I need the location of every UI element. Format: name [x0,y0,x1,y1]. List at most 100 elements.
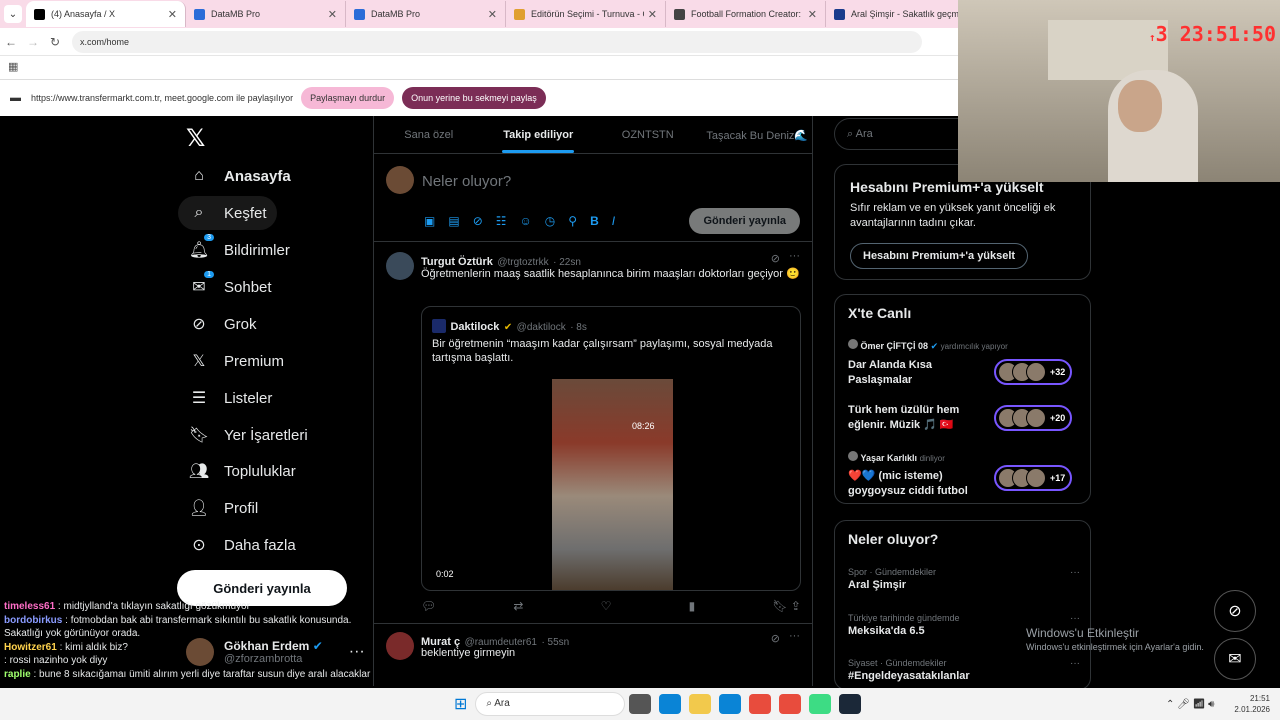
nav-label: Yer İşaretleri [224,426,308,444]
poll-icon[interactable]: ☷ [496,214,507,228]
x-logo-icon[interactable]: 𝕏 [186,124,205,153]
live-space-1[interactable]: Ömer ÇİFTÇİ 08 ✔ yardımcılık yapıyor Dar… [848,339,1084,389]
image-icon[interactable]: ▣ [424,214,435,228]
nav-label: Listeler [224,389,273,407]
nav-bookmarks[interactable]: 🔖︎ Yer İşaretleri [178,418,318,452]
host-status: yardımcılık yapıyor [940,342,1008,351]
main-feed: Sana özel Takip ediliyor OZNTSTN Taşacak… [373,116,813,686]
more-icon[interactable]: ··· [1070,613,1080,624]
tab-formation[interactable]: Football Formation Creator: Re ✕ [666,1,826,27]
tab-editor[interactable]: Editörün Seçimi - Turnuva - Qu ✕ [506,1,666,27]
location-icon[interactable]: ⚲ [568,214,577,228]
forward-icon[interactable]: → [22,35,44,49]
nav-more[interactable]: ⊙ Daha fazla [178,528,306,562]
premium-upgrade-button[interactable]: Hesabını Premium+'a yükselt [850,243,1029,269]
verified-gold-icon: ✔ [503,322,513,333]
close-icon[interactable]: ✕ [168,8,177,21]
live-title: X'te Canlı [848,305,912,321]
reload-icon[interactable]: ↻ [44,35,66,49]
compose-input[interactable]: Neler oluyor? [422,173,511,190]
chrome-icon[interactable] [749,694,772,714]
more-icon[interactable]: ··· [789,250,800,262]
store-icon[interactable] [719,694,742,714]
chat-message: : rossi nazinho yok diyy [4,655,108,666]
file-explorer-icon[interactable] [689,694,712,714]
chrome-profile-icon[interactable] [779,694,802,714]
windows-start-icon[interactable]: ⊞ [454,694,467,714]
more-icon[interactable]: ··· [1070,567,1080,578]
share-this-tab-button[interactable]: Onun yerine bu sekmeyi paylaş [402,87,546,109]
nav-explore[interactable]: ⌕ Keşfet [178,196,277,230]
grok-icon[interactable]: ⊘ [473,214,483,228]
tweet[interactable]: Turgut Öztürk @trgtoztrkk · 22sn ⊘ ··· Ö… [374,242,812,624]
clock[interactable]: 21:51 2.01.2026 [1234,693,1270,715]
messages-fab-icon[interactable]: ✉ [1214,638,1256,680]
gif-icon[interactable]: ▤ [448,214,459,228]
steam-icon[interactable] [839,694,862,714]
url-input[interactable]: x.com/home [72,30,922,53]
system-tray-icons[interactable]: ⌃ 🎤︎ 📶︎ 🔊︎ [1166,699,1214,710]
nav-lists[interactable]: ☰ Listeler [178,381,282,415]
like-icon[interactable]: ♡ [601,599,612,613]
retweet-icon[interactable]: ⇄ [513,599,523,613]
grok-icon[interactable]: ⊘ [771,252,780,265]
schedule-icon[interactable]: ◷ [545,214,555,228]
live-space-3[interactable]: Yaşar Karlıklı dinliyor ❤️💙 (mic isteme)… [848,451,1084,501]
trend-item[interactable]: Spor · Gündemdekiler Aral Şimşir ··· [848,567,1080,591]
tab-tasacak[interactable]: Taşacak Bu Deniz🌊 [703,116,813,153]
tab-x-home[interactable]: (4) Anasayfa / X ✕ [26,1,186,27]
close-icon[interactable]: ✕ [808,8,817,21]
close-icon[interactable]: ✕ [488,8,497,21]
tab-datamb-2[interactable]: DataMB Pro ✕ [346,1,506,27]
nav-messages[interactable]: ✉ 1 Sohbet [178,270,282,304]
stop-sharing-button[interactable]: Paylaşmayı durdur [301,87,395,109]
more-icon[interactable]: ··· [789,630,800,642]
quoted-tweet[interactable]: Daktilock ✔ @daktilock · 8s Bir öğretmen… [421,306,801,591]
taskbar-search[interactable]: ⌕ Ara [475,692,626,716]
video-player[interactable]: 08:26 [552,379,673,590]
app-icon[interactable] [809,694,832,714]
tab-datamb-1[interactable]: DataMB Pro ✕ [186,1,346,27]
nav-premium[interactable]: 𝕏 Premium [178,344,294,378]
tab-ozntstn[interactable]: OZNTSTN [593,116,703,153]
premium-text: Sıfır reklam ve en yüksek yanıt önceliği… [850,202,1056,229]
grok-fab-icon[interactable]: ⊘ [1214,590,1256,632]
nav-communities[interactable]: 👥︎ Topluluklar [178,454,306,488]
tab-for-you[interactable]: Sana özel [374,116,484,153]
chat-message: bordobirkus : fotmobdan bak abi transfer… [4,614,352,640]
tab-following[interactable]: Takip ediliyor [484,116,594,153]
listener-count: +32 [1050,367,1066,377]
nav-label: Profil [224,499,259,517]
nav-label: Premium [224,352,285,370]
share-screen-icon: ▬ [10,92,21,104]
grok-icon[interactable]: ⊘ [771,632,780,645]
compose-post-button[interactable]: Gönderi yayınla [689,208,800,234]
streamer-head [1118,80,1162,132]
tab-search-icon[interactable]: ⌄ [4,5,22,23]
trend-item[interactable]: Siyaset · Gündemdekiler #Engeldeyasatakıl… [848,658,1080,682]
views-icon[interactable]: ▮ [689,599,696,613]
italic-icon[interactable]: I [612,214,615,228]
bookmark-share-icons[interactable]: 🔖︎ ⇪ [772,599,801,613]
tweet[interactable]: Murat ç @raumdeuter61 · 55sn ⊘ ··· bekle… [374,624,812,686]
verified-icon: ✔ [930,341,939,351]
more-icon[interactable]: ··· [1070,658,1080,669]
bold-icon[interactable]: B [590,214,599,228]
live-space-2[interactable]: Türk hem üzülür hem eğlenir. Müzik 🎵 🇹🇷 … [848,403,1084,443]
edge-icon[interactable] [659,694,682,714]
apps-grid-icon[interactable]: ▦ [8,60,18,73]
nav-label: Grok [224,315,257,333]
back-icon[interactable]: ← [0,35,22,49]
emoji-icon[interactable]: ☺ [520,214,532,228]
streamer-webcam: ↑3 23:51:50 [958,0,1280,182]
nav-home[interactable]: ⌂ Anasayfa [178,159,301,193]
close-icon[interactable]: ✕ [648,8,657,21]
task-view-icon[interactable] [629,694,652,714]
nav-profile[interactable]: 👤︎ Profil [178,491,268,525]
close-icon[interactable]: ✕ [328,8,337,21]
trend-title: #Engeldeyasatakılanlar [848,670,970,682]
nav-notifications[interactable]: 🔔︎ 3 Bildirimler [178,233,300,267]
nav-grok[interactable]: ⊘ Grok [178,307,267,341]
more-circle-icon: ⊙ [192,537,206,554]
reply-icon[interactable]: 💬︎ [421,599,436,613]
